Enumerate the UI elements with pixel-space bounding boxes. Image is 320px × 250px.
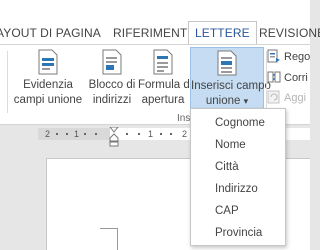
- match-fields-label: Corri: [284, 72, 308, 84]
- menu-item-provincia[interactable]: Provincia: [215, 227, 262, 239]
- menu-item-cognome[interactable]: Cognome: [215, 117, 265, 129]
- ruler-tick: [170, 133, 172, 135]
- update-labels-icon: [267, 90, 280, 104]
- button-label-line1: Blocco di: [88, 79, 136, 91]
- tab-references[interactable]: RIFERIMENTI: [113, 26, 191, 40]
- ruler-tick: [66, 133, 68, 135]
- margin-corner-mark: [100, 228, 118, 229]
- ruler-tick: [160, 133, 162, 135]
- match-fields-icon: [267, 71, 281, 83]
- ribbon-tab-bar: AYOUT DI PAGINA RIFERIMENTI LETTERE REVI…: [0, 0, 320, 45]
- margin-corner-mark: [117, 228, 118, 250]
- indent-marker-icon[interactable]: [109, 127, 119, 147]
- insert-merge-field-button[interactable]: Inserisci campo unione ▾: [190, 47, 271, 112]
- button-label-line1: Inserisci campo: [191, 80, 271, 92]
- menu-item-nome[interactable]: Nome: [215, 139, 246, 151]
- greeting-line-icon: [153, 49, 173, 75]
- button-label-line1: Formula di: [138, 79, 193, 91]
- ruler-number: 2: [45, 129, 51, 139]
- menu-item-cap[interactable]: CAP: [215, 205, 239, 217]
- dropdown-arrow-icon: ▾: [243, 96, 249, 106]
- ruler-number: 1: [74, 129, 80, 139]
- merge-field-menu: Cognome Nome Città Indirizzo CAP Provinc…: [190, 108, 286, 246]
- highlight-fields-icon: [38, 49, 58, 75]
- update-labels-label: Aggi: [284, 92, 307, 104]
- menu-item-indirizzo[interactable]: Indirizzo: [215, 183, 258, 195]
- ruler-tick: [138, 133, 140, 135]
- tab-page-layout[interactable]: AYOUT DI PAGINA: [0, 26, 101, 40]
- button-label-line2: unione ▾: [191, 94, 263, 109]
- address-block-icon: [102, 49, 122, 75]
- button-label-line2: campi unione: [13, 94, 83, 106]
- address-block-button[interactable]: Blocco di indirizzi: [86, 49, 138, 108]
- ruler-number: 2: [182, 129, 188, 139]
- highlight-merge-fields-button[interactable]: Evidenzia campi unione: [12, 49, 84, 108]
- ruler-tick: [56, 133, 58, 135]
- rules-label: Rego: [284, 51, 311, 63]
- tab-mailings[interactable]: LETTERE: [188, 21, 257, 45]
- rules-button[interactable]: Rego: [267, 48, 310, 66]
- greeting-line-button[interactable]: Formula di apertura: [138, 49, 193, 108]
- button-label-line1: Evidenzia: [23, 79, 73, 91]
- insert-merge-field-icon: [217, 50, 237, 76]
- ruler-tick: [84, 133, 86, 135]
- button-label-line2: indirizzi: [92, 94, 132, 106]
- ruler-tick: [95, 133, 97, 135]
- ruler-number: 1: [148, 129, 154, 139]
- update-labels-button[interactable]: Aggi: [267, 89, 306, 107]
- menu-item-citta[interactable]: Città: [215, 161, 239, 173]
- group-separator: [7, 51, 8, 113]
- rules-icon: [267, 49, 280, 63]
- button-label-text: unione: [205, 95, 241, 107]
- tab-review[interactable]: REVISIONE: [259, 26, 320, 40]
- ruler-tick: [126, 133, 128, 135]
- match-fields-button[interactable]: Corri: [267, 69, 308, 87]
- button-label-line2: apertura: [141, 94, 185, 106]
- group-label-insert: Ins: [177, 113, 191, 124]
